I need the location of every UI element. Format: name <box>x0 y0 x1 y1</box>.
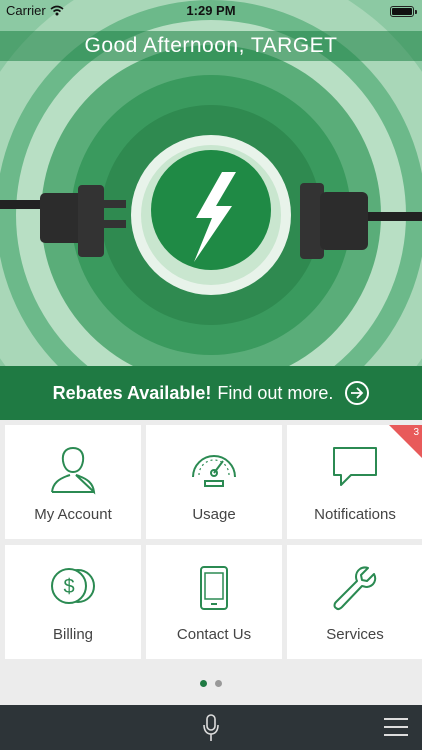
user-icon <box>51 446 96 495</box>
phone-icon <box>200 566 228 610</box>
tile-billing[interactable]: $ Billing <box>5 545 141 659</box>
chat-bubble-icon <box>333 447 377 486</box>
tile-label: Services <box>326 626 384 643</box>
tile-my-account[interactable]: My Account <box>5 425 141 539</box>
greeting-title: Good Afternoon, TARGET <box>0 31 422 61</box>
tile-label: Contact Us <box>176 626 252 643</box>
wrench-icon <box>333 566 377 611</box>
tile-notifications[interactable]: 3 Notifications <box>287 425 422 539</box>
tile-usage[interactable]: Usage <box>146 425 282 539</box>
clock: 1:29 PM <box>186 3 236 18</box>
rebate-banner[interactable]: Rebates Available! Find out more. <box>0 366 422 420</box>
bottom-bar <box>0 705 422 750</box>
rebate-bold-text: Rebates Available! <box>52 382 212 403</box>
coins-icon: $ <box>51 568 95 604</box>
hero-banner: Good Afternoon, TARGET <box>0 0 422 366</box>
page-indicator <box>0 680 422 687</box>
notification-count: 3 <box>413 427 419 438</box>
tile-label: Notifications <box>314 506 396 523</box>
page-dot-active[interactable] <box>200 680 207 687</box>
page-dot[interactable] <box>215 680 222 687</box>
tile-contact-us[interactable]: Contact Us <box>146 545 282 659</box>
hamburger-menu-icon[interactable] <box>384 718 408 736</box>
svg-text:$: $ <box>63 576 74 598</box>
tile-grid: My Account Usage 3 Notifications $ Billi… <box>5 425 422 659</box>
status-bar: Carrier 1:29 PM <box>0 0 422 22</box>
gauge-icon <box>192 455 236 487</box>
microphone-icon[interactable] <box>203 714 219 742</box>
tile-label: My Account <box>34 506 112 523</box>
tile-label: Billing <box>52 626 94 643</box>
tile-label: Usage <box>192 506 236 523</box>
battery-icon <box>390 6 417 17</box>
arrow-right-icon[interactable] <box>345 381 370 405</box>
tile-services[interactable]: Services <box>287 545 422 659</box>
rebate-text: Find out more. <box>217 382 334 403</box>
